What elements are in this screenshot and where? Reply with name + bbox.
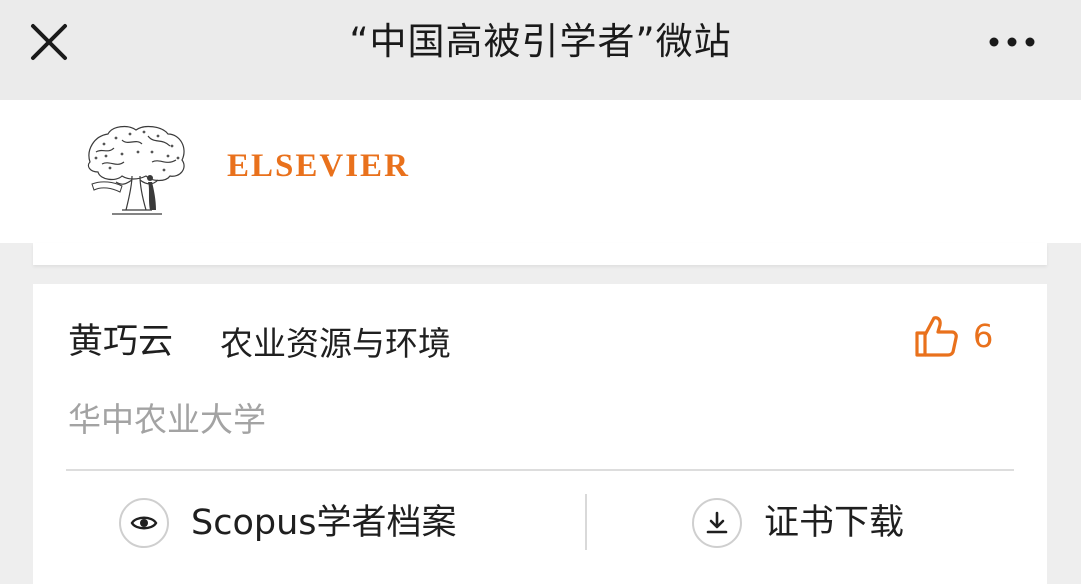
scholar-university: 华中农业大学: [68, 400, 266, 439]
card-divider: [66, 469, 1014, 471]
elsevier-tree-logo: [87, 125, 185, 215]
eye-icon: [130, 516, 158, 530]
download-icon-circle: [692, 498, 742, 548]
scholar-field: 农业资源与环境: [220, 324, 451, 363]
publisher-header: ELSEVIER: [0, 100, 1081, 243]
action-divider: [585, 494, 587, 550]
certificate-download-label: 证书下载: [764, 503, 905, 543]
like-count: 6: [973, 317, 994, 355]
elsevier-logo-text: ELSEVIER: [227, 148, 410, 184]
scopus-profile-button[interactable]: Scopus学者档案: [119, 496, 457, 550]
top-navigation-bar: “中国高被引学者”微站: [0, 0, 1081, 100]
page-title: “中国高被引学者”微站: [349, 20, 732, 63]
more-options-button[interactable]: [986, 25, 1042, 59]
more-options-icon: [989, 37, 1035, 47]
download-icon: [706, 511, 728, 534]
thumbs-up-icon: [915, 316, 958, 357]
previous-card-edge: [33, 243, 1047, 265]
scholar-card: 黄巧云 农业资源与环境 6 华中农业大学 Scopus学者档案 证书下载: [33, 284, 1047, 584]
scholar-name: 黄巧云: [68, 322, 174, 362]
scopus-profile-label: Scopus学者档案: [191, 503, 457, 543]
eye-icon-circle: [119, 498, 169, 548]
like-button[interactable]: 6: [913, 312, 993, 360]
certificate-download-button[interactable]: 证书下载: [692, 496, 904, 550]
